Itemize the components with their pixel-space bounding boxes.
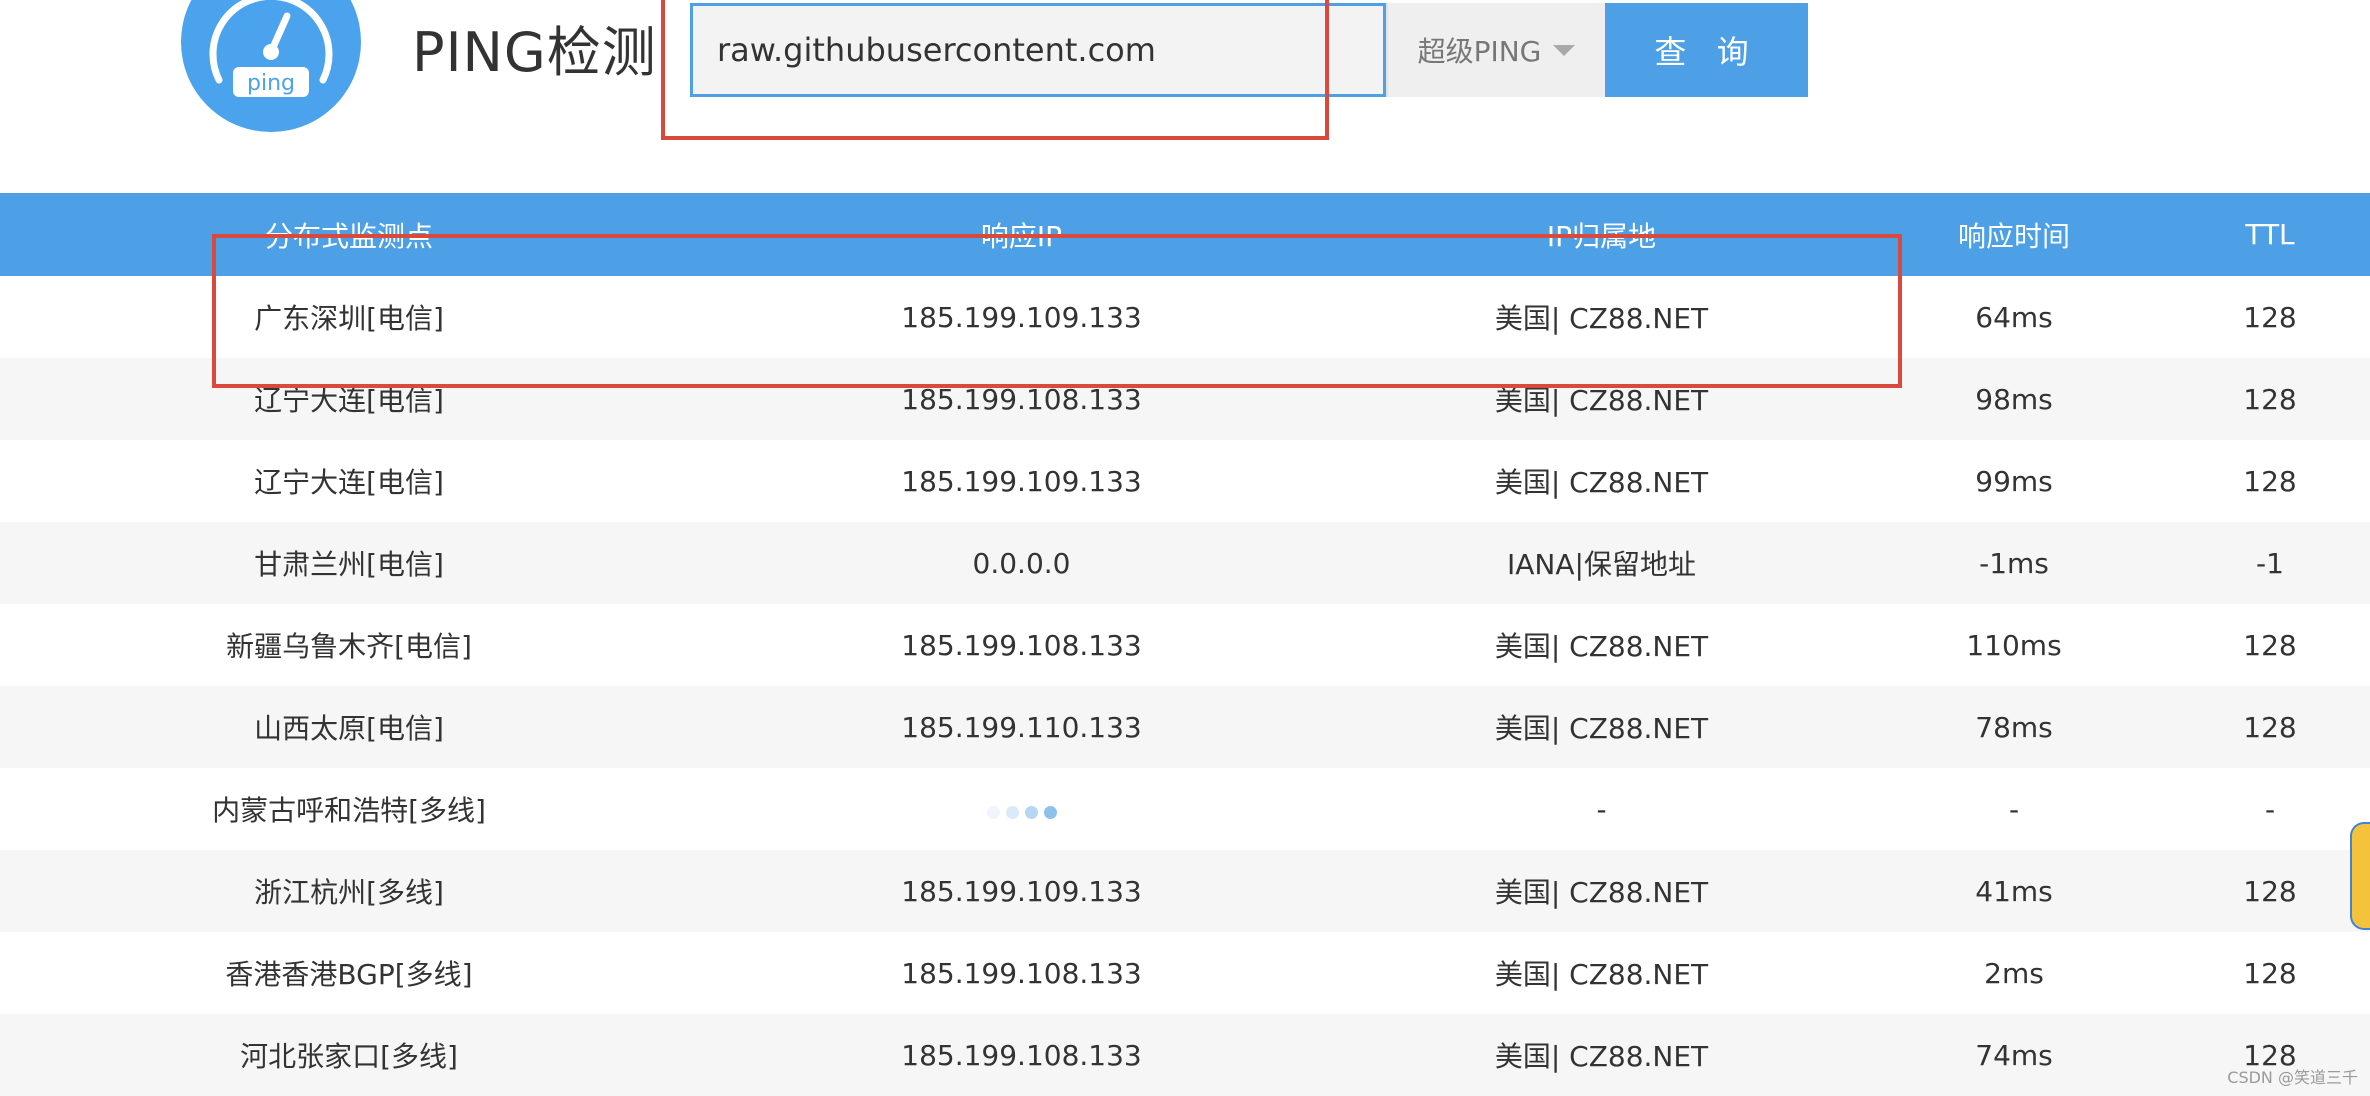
cell-node: 辽宁大连[电信] bbox=[0, 440, 698, 522]
search-input[interactable] bbox=[690, 3, 1386, 97]
cell-location: 美国| CZ88.NET bbox=[1345, 1014, 1858, 1096]
cell-location: 美国| CZ88.NET bbox=[1345, 686, 1858, 768]
cell-time: -1ms bbox=[1858, 522, 2170, 604]
cell-time: - bbox=[1858, 768, 2170, 850]
cell-ttl: 128 bbox=[2170, 604, 2370, 686]
cell-node: 河北张家口[多线] bbox=[0, 1014, 698, 1096]
cell-node: 广东深圳[电信] bbox=[0, 276, 698, 358]
cell-location: 美国| CZ88.NET bbox=[1345, 932, 1858, 1014]
cell-ip: 185.199.108.133 bbox=[698, 358, 1345, 440]
cell-ttl: 128 bbox=[2170, 276, 2370, 358]
column-header-time: 响应时间 bbox=[1858, 193, 2170, 276]
cell-ip: 185.199.108.133 bbox=[698, 932, 1345, 1014]
column-header-node: 分布式监测点 bbox=[0, 193, 698, 276]
loading-dot bbox=[1024, 805, 1038, 819]
cell-time: 110ms bbox=[1858, 604, 2170, 686]
table-row: 香港香港BGP[多线] 185.199.108.133 美国| CZ88.NET 2m… bbox=[0, 932, 2370, 1014]
cell-location: 美国| CZ88.NET bbox=[1345, 604, 1858, 686]
ping-logo: ping bbox=[181, 0, 361, 132]
cell-ip: 0.0.0.0 bbox=[698, 522, 1345, 604]
logo-text: ping bbox=[247, 71, 295, 96]
cell-node: 甘肃兰州[电信] bbox=[0, 522, 698, 604]
table-row: 辽宁大连[电信] 185.199.108.133 美国| CZ88.NET 98ms 1… bbox=[0, 358, 2370, 440]
cell-time: 74ms bbox=[1858, 1014, 2170, 1096]
cell-location: 美国| CZ88.NET bbox=[1345, 440, 1858, 522]
loading-dot bbox=[1043, 805, 1057, 819]
page-title: PING检测 bbox=[412, 21, 657, 84]
cell-location: IANA|保留地址 bbox=[1345, 522, 1858, 604]
column-header-location: IP归属地 bbox=[1345, 193, 1858, 276]
cell-ip: 185.199.109.133 bbox=[698, 440, 1345, 522]
cell-ip: 185.199.109.133 bbox=[698, 850, 1345, 932]
cell-node: 香港香港BGP[多线] bbox=[0, 932, 698, 1014]
cell-node: 内蒙古呼和浩特[多线] bbox=[0, 768, 698, 850]
cell-ttl: 128 bbox=[2170, 686, 2370, 768]
table-row: 辽宁大连[电信] 185.199.109.133 美国| CZ88.NET 99ms 1… bbox=[0, 440, 2370, 522]
cell-time: 41ms bbox=[1858, 850, 2170, 932]
ping-mode-select[interactable]: 超级PING bbox=[1386, 3, 1605, 97]
ping-mode-label: 超级PING bbox=[1417, 35, 1542, 68]
cell-ttl: -1 bbox=[2170, 522, 2370, 604]
table-row: 浙江杭州[多线] 185.199.109.133 美国| CZ88.NET 41ms 1… bbox=[0, 850, 2370, 932]
cell-ip: 185.199.109.133 bbox=[698, 276, 1345, 358]
cell-node: 新疆乌鲁木齐[电信] bbox=[0, 604, 698, 686]
cell-ip bbox=[698, 768, 1345, 850]
ping-results-table: 分布式监测点 响应IP IP归属地 响应时间 TTL 广东深圳[电信] 185.1… bbox=[0, 193, 2370, 1096]
cell-node: 辽宁大连[电信] bbox=[0, 358, 698, 440]
loading-dot bbox=[986, 805, 1000, 819]
column-header-ttl: TTL bbox=[2170, 193, 2370, 276]
watermark: CSDN @笑道三千 bbox=[2227, 1068, 2358, 1087]
cell-location: - bbox=[1345, 768, 1858, 850]
cell-ttl: 128 bbox=[2170, 850, 2370, 932]
cell-node: 浙江杭州[多线] bbox=[0, 850, 698, 932]
cell-ttl: - bbox=[2170, 768, 2370, 850]
side-widget[interactable] bbox=[2350, 822, 2370, 930]
table-row: 甘肃兰州[电信] 0.0.0.0 IANA|保留地址 -1ms -1 bbox=[0, 522, 2370, 604]
cell-ip: 185.199.110.133 bbox=[698, 686, 1345, 768]
cell-ttl: 128 bbox=[2170, 358, 2370, 440]
table-row: 内蒙古呼和浩特[多线] - - - bbox=[0, 768, 2370, 850]
table-row: 山西太原[电信] 185.199.110.133 美国| CZ88.NET 78ms 1… bbox=[0, 686, 2370, 768]
cell-location: 美国| CZ88.NET bbox=[1345, 358, 1858, 440]
cell-ip: 185.199.108.133 bbox=[698, 604, 1345, 686]
cell-ttl: 128 bbox=[2170, 440, 2370, 522]
cell-node: 山西太原[电信] bbox=[0, 686, 698, 768]
cell-location: 美国| CZ88.NET bbox=[1345, 276, 1858, 358]
column-header-ip: 响应IP bbox=[698, 193, 1345, 276]
cell-time: 78ms bbox=[1858, 686, 2170, 768]
table-header-row: 分布式监测点 响应IP IP归属地 响应时间 TTL bbox=[0, 193, 2370, 276]
table-row: 广东深圳[电信] 185.199.109.133 美国| CZ88.NET 64ms 1… bbox=[0, 276, 2370, 358]
table-row: 河北张家口[多线] 185.199.108.133 美国| CZ88.NET 74ms… bbox=[0, 1014, 2370, 1096]
loading-indicator bbox=[986, 805, 1057, 819]
table-row: 新疆乌鲁木齐[电信] 185.199.108.133 美国| CZ88.NET 110… bbox=[0, 604, 2370, 686]
cell-ttl: 128 bbox=[2170, 932, 2370, 1014]
cell-time: 99ms bbox=[1858, 440, 2170, 522]
loading-dot bbox=[1005, 805, 1019, 819]
cell-location: 美国| CZ88.NET bbox=[1345, 850, 1858, 932]
cell-time: 98ms bbox=[1858, 358, 2170, 440]
cell-ip: 185.199.108.133 bbox=[698, 1014, 1345, 1096]
speedometer-icon: ping bbox=[209, 0, 333, 97]
cell-time: 64ms bbox=[1858, 276, 2170, 358]
cell-time: 2ms bbox=[1858, 932, 2170, 1014]
query-button[interactable]: 查 询 bbox=[1605, 3, 1808, 97]
chevron-down-icon bbox=[1553, 44, 1576, 56]
